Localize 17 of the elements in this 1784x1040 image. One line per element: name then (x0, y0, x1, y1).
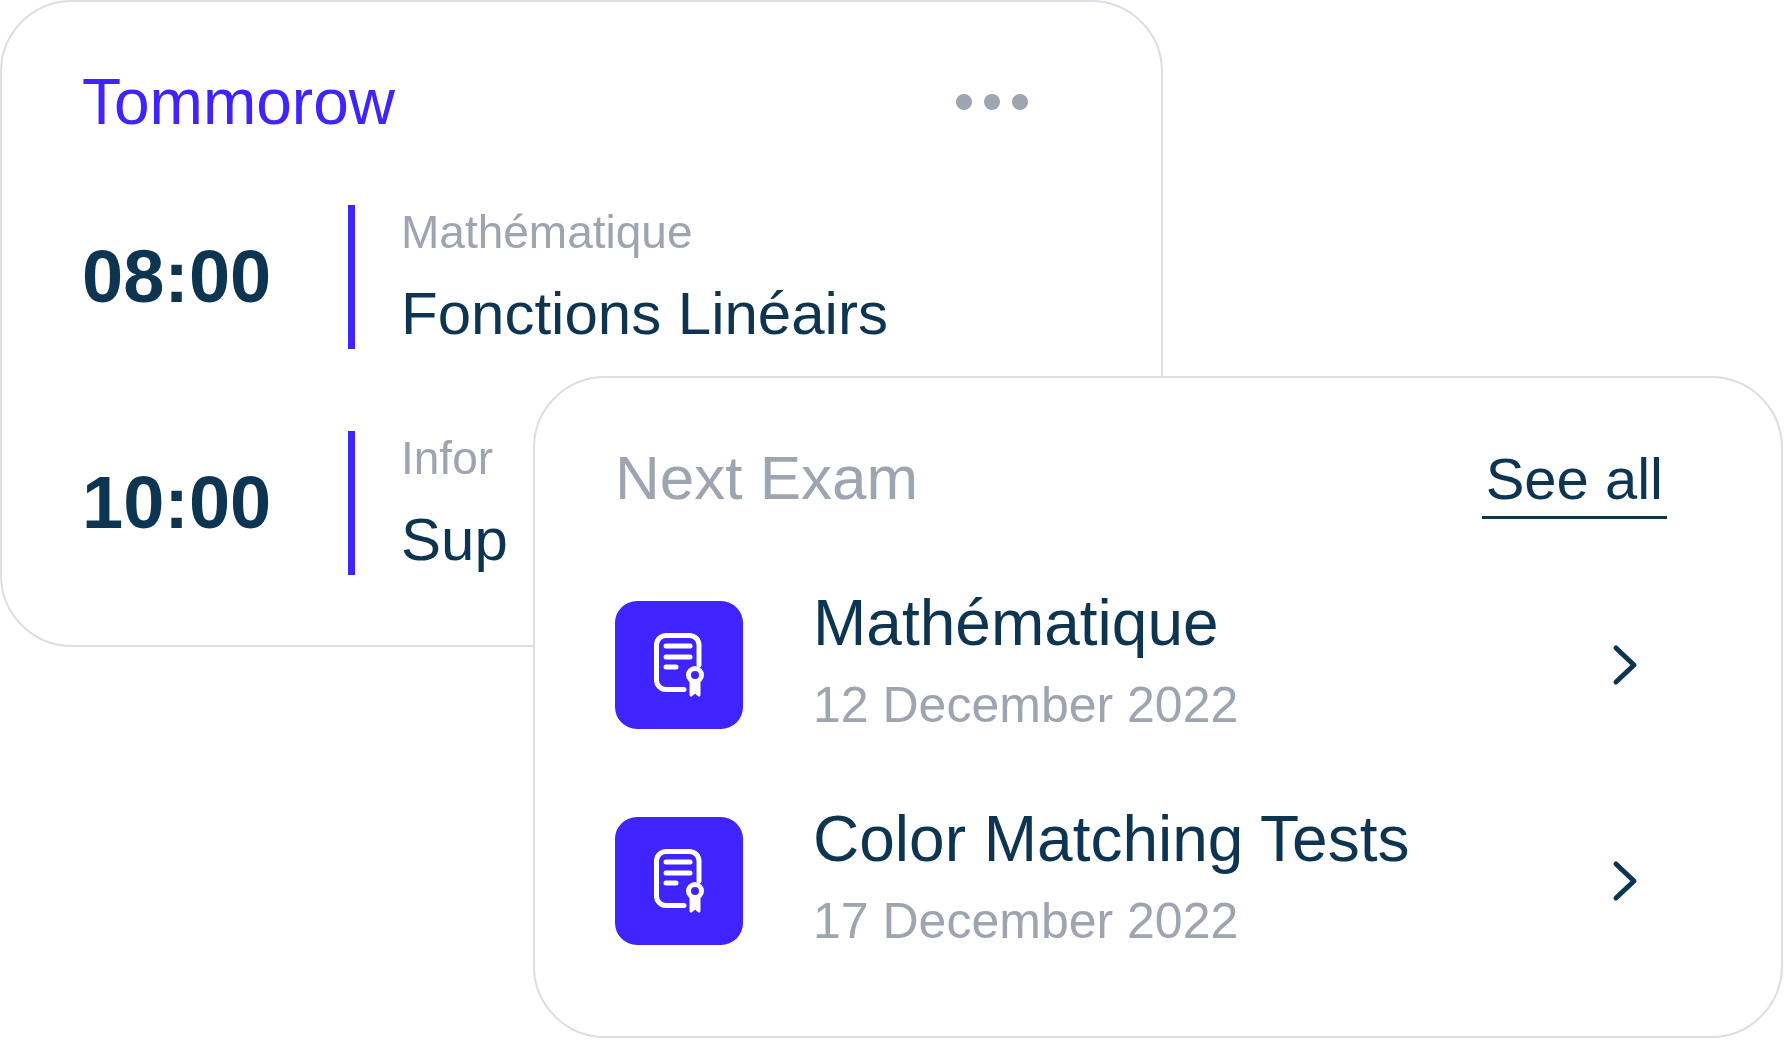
session-time: 10:00 (82, 461, 272, 544)
exam-title: Color Matching Tests (813, 802, 1410, 877)
certificate-icon (615, 817, 743, 945)
see-all-link[interactable]: See all (1481, 447, 1667, 519)
exam-date: 12 December 2022 (813, 676, 1239, 735)
subject-label: Infor (401, 431, 495, 486)
topic-title: Fonctions Linéairs (401, 279, 888, 349)
certificate-icon (615, 601, 743, 729)
session-time: 08:00 (82, 235, 272, 318)
next-exam-title: Next Exam (615, 442, 919, 514)
card-title: Tommorow (82, 70, 395, 134)
chevron-right-icon[interactable] (1611, 860, 1639, 902)
chevron-right-icon[interactable] (1611, 644, 1639, 686)
topic-title: Sup (401, 505, 508, 575)
exam-date: 17 December 2022 (813, 892, 1240, 951)
exam-title: Mathématique (813, 586, 1220, 661)
subject-label: Mathématique (401, 205, 694, 260)
